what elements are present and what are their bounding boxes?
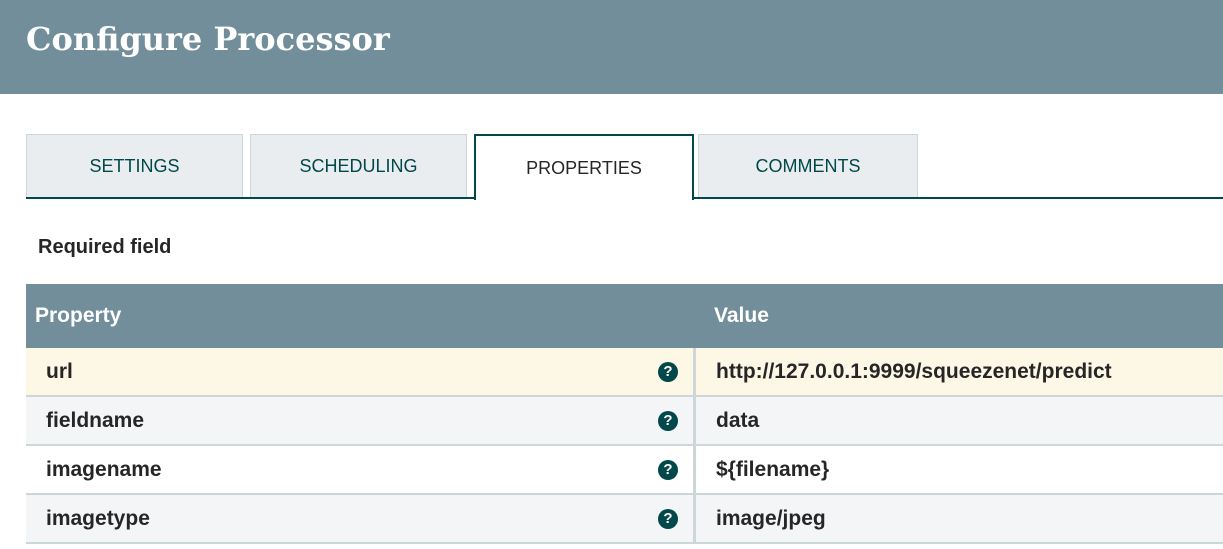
help-icon[interactable]: ? xyxy=(658,361,678,382)
tab-scheduling[interactable]: SCHEDULING xyxy=(250,134,467,197)
tab-comments[interactable]: COMMENTS xyxy=(698,134,918,197)
table-row[interactable]: imagename? ${filename} xyxy=(26,446,1223,495)
help-icon[interactable]: ? xyxy=(658,459,678,480)
table-header: Property Value xyxy=(26,284,1223,348)
table-row[interactable]: imagetype? image/jpeg xyxy=(26,495,1223,544)
tab-properties[interactable]: PROPERTIES xyxy=(474,134,694,200)
header-property[interactable]: Property xyxy=(26,304,705,328)
property-value[interactable]: data xyxy=(696,409,759,433)
property-name: imagename xyxy=(46,457,162,481)
table-row[interactable]: fieldname? data xyxy=(26,397,1223,446)
property-name: imagetype xyxy=(46,506,150,530)
properties-table: Property Value url? http://127.0.0.1:999… xyxy=(26,284,1223,544)
property-value[interactable]: ${filename} xyxy=(696,458,829,482)
required-field-label: Required field xyxy=(38,236,172,258)
help-icon[interactable]: ? xyxy=(658,410,678,431)
tab-settings[interactable]: SETTINGS xyxy=(26,134,243,197)
dialog-title: Configure Processor xyxy=(26,20,390,58)
help-icon[interactable]: ? xyxy=(658,508,678,529)
property-name: fieldname xyxy=(46,408,145,432)
property-value[interactable]: http://127.0.0.1:9999/squeezenet/predict xyxy=(696,360,1112,384)
property-value[interactable]: image/jpeg xyxy=(696,507,826,531)
table-row[interactable]: url? http://127.0.0.1:9999/squeezenet/pr… xyxy=(26,348,1223,397)
header-value[interactable]: Value xyxy=(705,304,769,328)
title-bar: Configure Processor xyxy=(0,0,1223,94)
property-name: url xyxy=(46,359,73,383)
